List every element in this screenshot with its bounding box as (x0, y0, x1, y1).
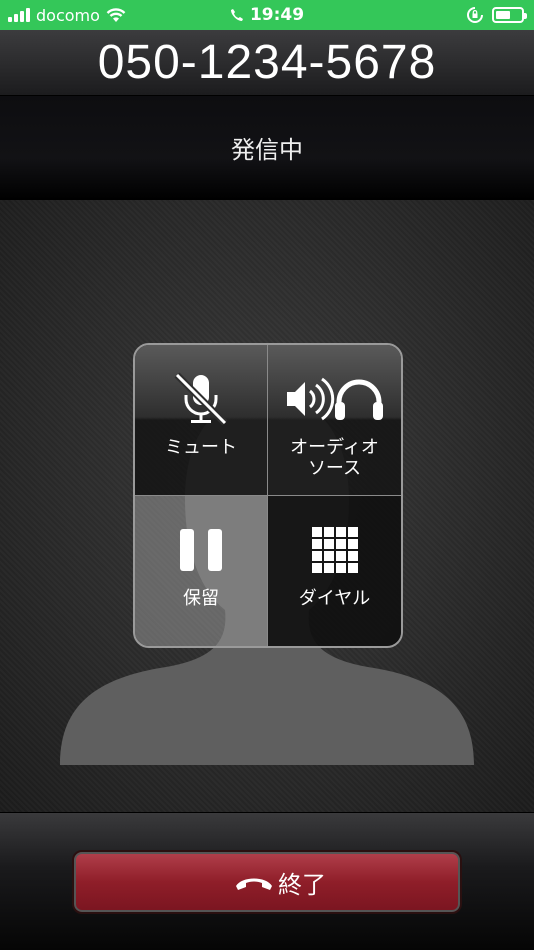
end-call-button[interactable]: 終了 (72, 850, 462, 914)
keypad-icon (311, 518, 358, 582)
audio-source-label-text: オーディオ ソース (290, 437, 379, 479)
hold-button[interactable]: 保留 (135, 495, 268, 646)
status-right (466, 0, 527, 30)
speaker-headphones-icon (285, 367, 385, 431)
hold-label: 保留 (183, 587, 219, 609)
rotation-lock-icon (467, 7, 483, 23)
pause-icon (178, 518, 224, 582)
status-center: 19:49 (0, 0, 534, 30)
call-controls-grid: ミュート オーディオ ソース 保留 ダイヤル (133, 343, 403, 648)
status-time: 19:49 (249, 5, 305, 25)
mic-muted-icon (171, 367, 231, 431)
phone-hangup-icon (236, 878, 272, 890)
end-call-label: 終了 (278, 870, 326, 899)
status-bar: docomo 19:49 (0, 0, 534, 30)
keypad-label: ダイヤル (298, 587, 371, 609)
keypad-button[interactable]: ダイヤル (268, 495, 401, 646)
battery-icon (492, 7, 527, 23)
call-header: 050-1234-5678 (0, 30, 534, 96)
mute-label: ミュート (165, 437, 237, 458)
phone-active-icon (230, 9, 243, 21)
call-state: 発信中 (231, 136, 303, 164)
mute-button[interactable]: ミュート (135, 345, 268, 496)
audio-source-button[interactable]: オーディオ ソース (268, 345, 401, 496)
phone-number: 050-1234-5678 (97, 36, 437, 89)
audio-source-label: オーディオ ソース (290, 437, 379, 479)
